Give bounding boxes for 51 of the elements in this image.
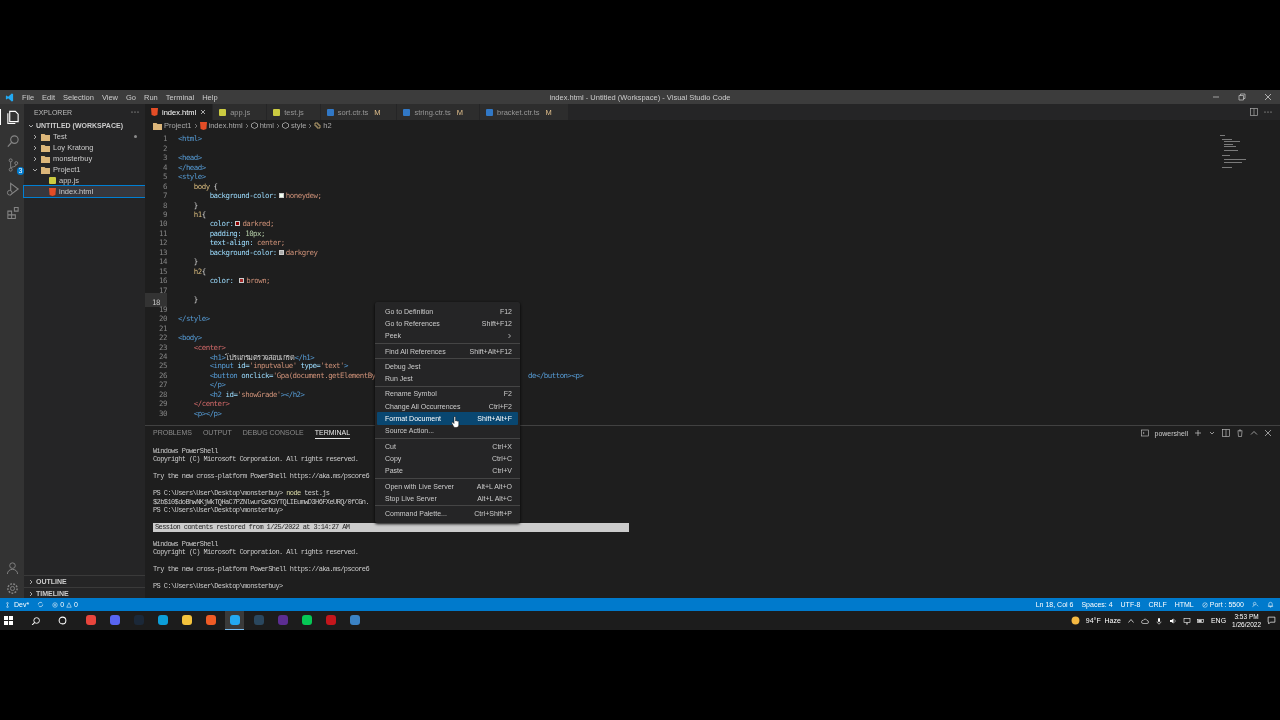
notification-icon[interactable]	[1267, 616, 1276, 625]
port-icon[interactable]	[1201, 601, 1208, 608]
search-icon[interactable]	[31, 616, 40, 625]
maximize-icon[interactable]	[1250, 429, 1258, 437]
color-swatch-icon[interactable]	[235, 221, 241, 227]
chevron-icon	[244, 122, 249, 129]
cloud-icon[interactable]	[1140, 616, 1149, 625]
close-icon[interactable]	[1264, 93, 1272, 101]
circle-icon[interactable]	[58, 616, 67, 625]
vscode-logo-icon[interactable]	[5, 92, 14, 102]
split-editor-icon[interactable]	[1250, 108, 1258, 116]
html-file-icon	[49, 187, 56, 196]
start-icon[interactable]	[4, 616, 13, 625]
cube-icon	[250, 122, 258, 129]
trash-icon[interactable]	[1236, 429, 1244, 437]
battery-icon[interactable]	[1196, 616, 1205, 625]
speaker-icon[interactable]	[1168, 616, 1177, 625]
chevron-icon	[308, 122, 313, 129]
chevron-icon	[193, 122, 198, 129]
ts-file-icon	[486, 108, 493, 116]
split-terminal-icon[interactable]	[1222, 429, 1230, 437]
chevron-icon	[275, 122, 280, 129]
color-swatch-icon[interactable]	[278, 249, 284, 255]
js-file-icon	[49, 177, 56, 184]
cube-icon	[281, 122, 289, 129]
close-icon[interactable]	[200, 109, 207, 115]
selector-icon	[314, 122, 322, 129]
html-file-icon	[151, 108, 158, 116]
settings-icon[interactable]	[5, 582, 19, 595]
ts-file-icon	[326, 108, 334, 116]
minimap-drawing[interactable]	[1220, 135, 1246, 169]
sun-icon[interactable]	[1070, 616, 1080, 625]
close-icon[interactable]	[1264, 429, 1272, 437]
plus-icon[interactable]	[1194, 429, 1202, 437]
hand-cursor-icon	[451, 416, 460, 428]
account-icon[interactable]	[5, 561, 19, 574]
color-swatch-icon[interactable]	[239, 278, 245, 284]
chevron-icon	[507, 332, 512, 339]
restore-icon[interactable]	[1238, 93, 1246, 101]
bell-icon[interactable]	[1267, 601, 1274, 608]
js-file-icon	[219, 108, 227, 116]
network-icon[interactable]	[1182, 616, 1191, 625]
microphone-icon[interactable]	[1154, 616, 1163, 625]
terminal-icon[interactable]	[1140, 429, 1149, 437]
taskbar-button[interactable]	[225, 611, 244, 630]
ts-file-icon	[403, 108, 411, 116]
js-file-icon	[273, 108, 281, 116]
chevron-up-icon[interactable]	[1126, 616, 1135, 625]
color-swatch-icon[interactable]	[278, 193, 284, 199]
chevron-down-icon[interactable]	[1208, 429, 1216, 437]
html-file-icon	[199, 121, 207, 130]
